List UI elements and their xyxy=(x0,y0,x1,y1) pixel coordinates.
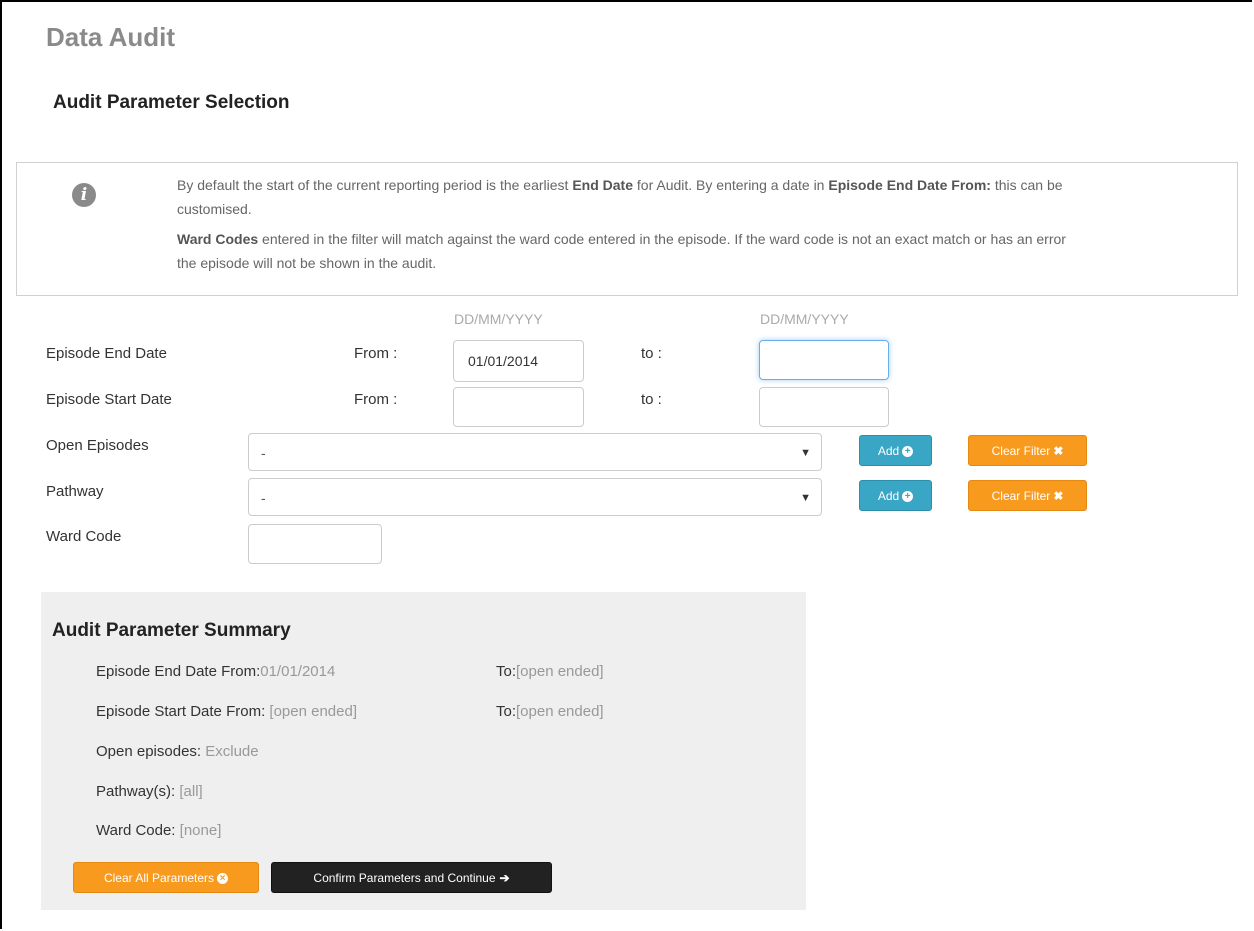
open-episodes-clear-filter-button[interactable]: Clear Filter ✖ xyxy=(968,435,1087,466)
episode-end-date-from-input[interactable]: 01/01/2014 xyxy=(453,340,584,382)
summary-start-to: To:[open ended] xyxy=(496,703,604,720)
clear-all-label: Clear All Parameters xyxy=(103,871,215,885)
info-text-part: By default the start of the current repo… xyxy=(177,177,573,193)
info-emphasis: End Date xyxy=(572,177,634,193)
open-episodes-select[interactable]: - ▼ xyxy=(248,433,822,471)
summary-pathway-value: [all] xyxy=(179,783,203,800)
ward-code-label: Ward Code xyxy=(46,528,122,545)
dropdown-arrow-icon: ▼ xyxy=(800,492,811,504)
confirm-label: Confirm Parameters and Continue xyxy=(313,871,496,885)
pathway-selected: - xyxy=(261,490,266,506)
summary-open-episodes: Open episodes: Exclude xyxy=(96,743,259,760)
summary-start-from-value: [open ended] xyxy=(269,703,357,720)
pathway-add-button[interactable]: Add + xyxy=(859,480,932,511)
pathway-label: Pathway xyxy=(46,483,104,500)
summary-open-value: Exclude xyxy=(205,743,259,760)
summary-title: Audit Parameter Summary xyxy=(52,620,291,641)
summary-start-from: Episode Start Date From: [open ended] xyxy=(96,703,357,720)
summary-end-from: Episode End Date From:01/01/2014 xyxy=(96,663,335,680)
open-episodes-selected: - xyxy=(261,445,266,461)
plus-circle-icon: + xyxy=(902,491,914,503)
close-icon: ✖ xyxy=(1053,444,1064,458)
date-format-hint-to: DD/MM/YYYY xyxy=(760,311,849,327)
summary-pathways: Pathway(s): [all] xyxy=(96,783,203,800)
summary-start-to-value: [open ended] xyxy=(516,703,604,720)
summary-start-to-label: To: xyxy=(496,703,517,720)
summary-end-from-label: Episode End Date From: xyxy=(96,663,261,680)
summary-open-label: Open episodes: xyxy=(96,743,206,760)
info-icon: i xyxy=(72,183,96,207)
close-icon: ✖ xyxy=(1053,489,1064,503)
info-text: By default the start of the current repo… xyxy=(177,173,1077,281)
summary-pathway-label: Pathway(s): xyxy=(96,783,180,800)
info-box: i By default the start of the current re… xyxy=(16,162,1238,296)
episode-start-date-label: Episode Start Date xyxy=(46,391,172,408)
open-episodes-label: Open Episodes xyxy=(46,437,149,454)
summary-end-from-value: 01/01/2014 xyxy=(260,663,336,680)
info-text-part: entered in the filter will match against… xyxy=(177,231,1066,271)
add-button-label: Add xyxy=(877,489,900,503)
clear-filter-label: Clear Filter xyxy=(991,444,1051,458)
episode-end-date-to-label: to : xyxy=(641,345,662,362)
pathway-select[interactable]: - ▼ xyxy=(248,478,822,516)
summary-end-to: To:[open ended] xyxy=(496,663,604,680)
clear-all-parameters-button[interactable]: Clear All Parameters × xyxy=(73,862,259,893)
info-emphasis: Ward Codes xyxy=(177,231,259,247)
add-button-label: Add xyxy=(877,444,900,458)
info-emphasis: Episode End Date From: xyxy=(828,177,991,193)
episode-start-date-to-label: to : xyxy=(641,391,662,408)
date-format-hint-from: DD/MM/YYYY xyxy=(454,311,543,327)
episode-end-date-to-input[interactable] xyxy=(759,340,889,380)
ward-code-input[interactable] xyxy=(248,524,382,564)
info-text-part: for Audit. By entering a date in xyxy=(633,177,829,193)
summary-ward-code: Ward Code: [none] xyxy=(96,822,221,839)
summary-start-from-label: Episode Start Date From: xyxy=(96,703,270,720)
summary-end-to-label: To: xyxy=(496,663,517,680)
open-episodes-add-button[interactable]: Add + xyxy=(859,435,932,466)
episode-end-date-label: Episode End Date xyxy=(46,345,167,362)
summary-ward-label: Ward Code: xyxy=(96,822,180,839)
dropdown-arrow-icon: ▼ xyxy=(800,447,811,459)
pathway-clear-filter-button[interactable]: Clear Filter ✖ xyxy=(968,480,1087,511)
close-circle-icon: × xyxy=(217,873,229,885)
episode-start-date-from-label: From : xyxy=(354,391,398,408)
arrow-right-icon: ➔ xyxy=(499,871,510,885)
summary-end-to-value: [open ended] xyxy=(516,663,604,680)
plus-circle-icon: + xyxy=(902,446,914,458)
episode-start-date-to-input[interactable] xyxy=(759,387,889,427)
section-title: Audit Parameter Selection xyxy=(53,92,290,113)
confirm-parameters-button[interactable]: Confirm Parameters and Continue ➔ xyxy=(271,862,552,893)
episode-end-date-from-label: From : xyxy=(354,345,398,362)
episode-start-date-from-input[interactable] xyxy=(453,387,584,427)
page-title: Data Audit xyxy=(46,22,176,52)
clear-filter-label: Clear Filter xyxy=(991,489,1051,503)
summary-ward-value: [none] xyxy=(179,822,222,839)
audit-parameter-summary: Audit Parameter Summary Episode End Date… xyxy=(41,592,806,910)
